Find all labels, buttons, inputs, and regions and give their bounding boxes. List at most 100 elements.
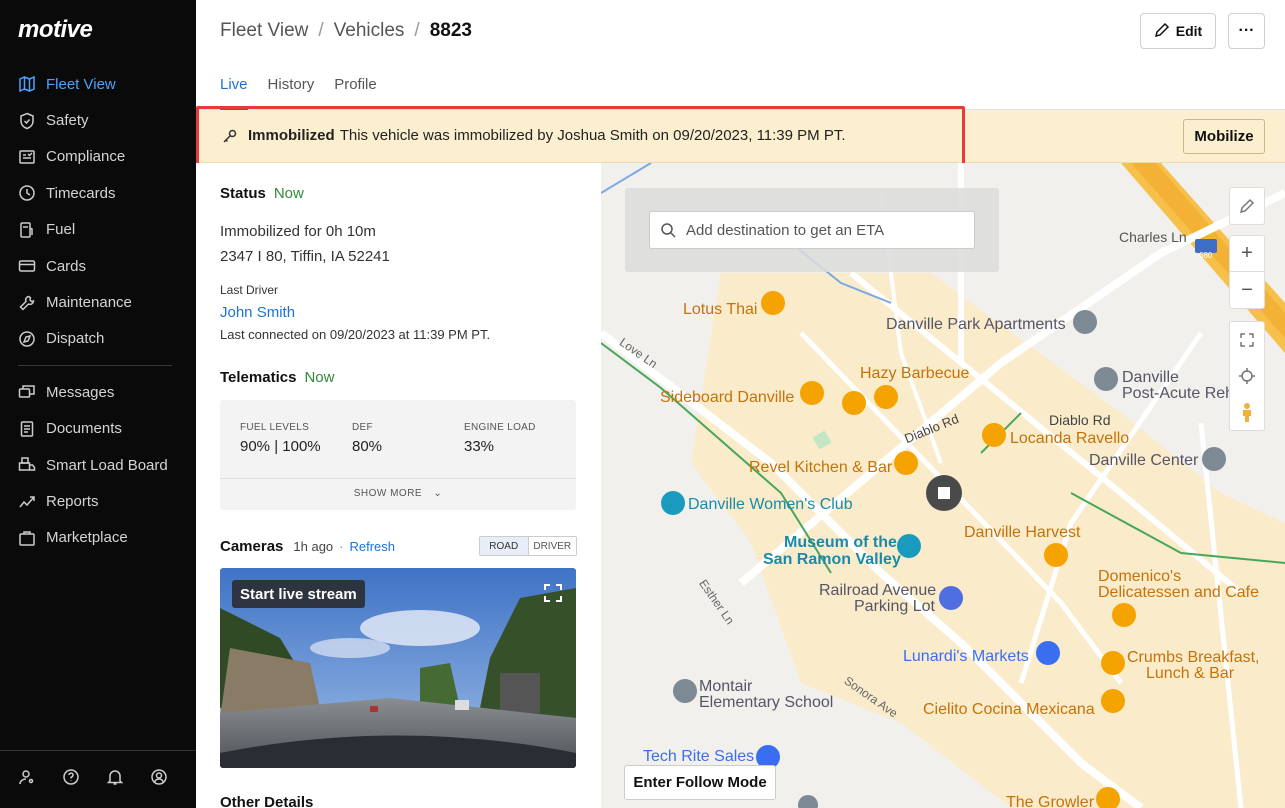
- zoom-out-icon[interactable]: −: [1229, 272, 1265, 308]
- compliance-icon: [18, 148, 36, 166]
- map-label: Danville Park Apartments: [886, 316, 1066, 333]
- toggle-road[interactable]: ROAD: [480, 537, 529, 555]
- sidebar-item-compliance[interactable]: Compliance: [0, 139, 196, 175]
- map-label: Diablo Rd: [1049, 412, 1111, 428]
- last-connected-text: Last connected on 09/20/2023 at 11:39 PM…: [220, 327, 491, 342]
- breadcrumb-fleet-view[interactable]: Fleet View: [220, 20, 308, 41]
- camera-feed[interactable]: Start live stream: [220, 568, 576, 768]
- fuel-icon: [18, 221, 36, 239]
- page-header: Fleet View / Vehicles / 8823 Edit ··· Live H…: [196, 0, 1285, 110]
- zoom-in-icon[interactable]: +: [1229, 236, 1265, 272]
- destination-search-input[interactable]: Add destination to get an ETA: [649, 211, 975, 249]
- sidebar-item-label: Safety: [46, 112, 89, 130]
- telematics-header: Telematics Now: [220, 369, 334, 387]
- marketplace-icon: [18, 529, 36, 547]
- sidebar-item-fuel[interactable]: Fuel: [0, 212, 196, 248]
- sidebar-item-label: Messages: [46, 383, 115, 401]
- draw-button[interactable]: [1229, 187, 1265, 225]
- refresh-link[interactable]: Refresh: [350, 539, 396, 554]
- telematics-now: Now: [304, 369, 335, 386]
- sidebar-item-messages[interactable]: Messages: [0, 374, 196, 410]
- sidebar-item-label: Smart Load Board: [46, 456, 168, 474]
- map-label: Lunardi's Markets: [903, 648, 1029, 665]
- card-icon: [18, 257, 36, 275]
- toggle-driver[interactable]: DRIVER: [529, 537, 577, 555]
- sidebar-item-label: Timecards: [46, 184, 116, 202]
- messages-icon: [18, 383, 36, 401]
- sidebar: motive Fleet View Safety Compliance Time…: [0, 0, 196, 808]
- sidebar-item-label: Marketplace: [46, 529, 128, 547]
- locate-icon[interactable]: [1229, 358, 1265, 394]
- sidebar-item-label: Maintenance: [46, 294, 132, 312]
- camera-toggle: ROAD DRIVER: [479, 536, 577, 556]
- metric-value: 33%: [464, 438, 495, 455]
- tab-profile[interactable]: Profile: [334, 76, 377, 106]
- sidebar-item-marketplace[interactable]: Marketplace: [0, 520, 196, 556]
- immobilized-banner: Immobilized This vehicle was immobilized…: [196, 106, 1285, 167]
- last-driver-link[interactable]: John Smith: [220, 304, 295, 321]
- motive-logo[interactable]: motive: [18, 16, 93, 44]
- wrench-icon: [18, 294, 36, 312]
- shield-icon: [18, 112, 36, 130]
- breadcrumb-vehicles[interactable]: Vehicles: [334, 20, 405, 41]
- enter-follow-mode-button[interactable]: Enter Follow Mode: [624, 765, 776, 800]
- map-view[interactable]: Charles Ln 680 Lotus Thai Danville Park …: [601, 163, 1285, 808]
- search-icon: [660, 222, 676, 242]
- sidebar-item-label: Compliance: [46, 148, 126, 166]
- sidebar-item-label: Dispatch: [46, 330, 105, 348]
- street-view-icon[interactable]: [1229, 394, 1265, 430]
- edit-button[interactable]: Edit: [1140, 13, 1216, 49]
- help-icon[interactable]: [62, 768, 80, 791]
- reports-icon: [18, 492, 36, 510]
- map-label: Danville Women's Club: [688, 496, 853, 513]
- fullscreen-icon[interactable]: [1229, 322, 1265, 358]
- sidebar-item-reports[interactable]: Reports: [0, 483, 196, 519]
- sidebar-footer: [0, 750, 196, 808]
- banner-highlight-box: [196, 106, 965, 167]
- fullscreen-icon[interactable]: [542, 582, 564, 604]
- show-more-button[interactable]: SHOW MORE ⌄: [220, 488, 576, 499]
- load-board-icon: [18, 456, 36, 474]
- map-label: Post-Acute Reh: [1122, 385, 1235, 402]
- cameras-title: Cameras: [220, 538, 284, 555]
- start-live-stream-button[interactable]: Start live stream: [232, 580, 365, 608]
- sidebar-item-maintenance[interactable]: Maintenance: [0, 284, 196, 320]
- tab-history[interactable]: History: [268, 76, 315, 106]
- breadcrumb-separator: /: [318, 20, 324, 41]
- bell-icon[interactable]: [106, 768, 124, 791]
- map-label: The Growler: [1006, 794, 1095, 808]
- map-label: Lunch & Bar: [1146, 665, 1235, 682]
- sidebar-item-fleet-view[interactable]: Fleet View: [0, 66, 196, 102]
- status-title: Status: [220, 185, 266, 202]
- map-label: Tech Rite Sales: [643, 748, 755, 765]
- sidebar-item-documents[interactable]: Documents: [0, 411, 196, 447]
- immobilized-duration: Immobilized for 0h 10m: [220, 223, 376, 240]
- sidebar-item-label: Cards: [46, 257, 87, 275]
- map-label: Lotus Thai: [683, 301, 758, 318]
- sidebar-item-dispatch[interactable]: Dispatch: [0, 321, 196, 357]
- tab-live[interactable]: Live: [220, 76, 248, 110]
- telematics-title: Telematics: [220, 369, 297, 386]
- sidebar-nav: Fleet View Safety Compliance Timecards F…: [0, 66, 196, 556]
- sidebar-item-cards[interactable]: Cards: [0, 248, 196, 284]
- profile-icon[interactable]: [150, 768, 168, 791]
- breadcrumb: Fleet View / Vehicles / 8823: [220, 20, 472, 42]
- map-label: San Ramon Valley: [763, 551, 901, 568]
- more-options-button[interactable]: ···: [1228, 13, 1265, 49]
- mobilize-button[interactable]: Mobilize: [1183, 119, 1265, 154]
- sidebar-item-timecards[interactable]: Timecards: [0, 175, 196, 211]
- clock-icon: [18, 184, 36, 202]
- metric-label: FUEL LEVELS: [240, 422, 310, 433]
- cameras-header: Cameras 1h ago · Refresh: [220, 538, 395, 555]
- user-settings-icon[interactable]: [18, 768, 36, 791]
- chevron-down-icon: ⌄: [433, 488, 443, 499]
- sidebar-item-label: Documents: [46, 420, 122, 438]
- card-divider: [220, 478, 576, 479]
- map-label: Elementary School: [699, 694, 834, 711]
- sidebar-item-smart-load-board[interactable]: Smart Load Board: [0, 447, 196, 483]
- sidebar-item-label: Fleet View: [46, 75, 116, 93]
- sidebar-item-safety[interactable]: Safety: [0, 102, 196, 138]
- vehicle-tabs: Live History Profile: [220, 76, 377, 110]
- sidebar-item-label: Fuel: [46, 221, 76, 239]
- sidebar-item-label: Reports: [46, 492, 99, 510]
